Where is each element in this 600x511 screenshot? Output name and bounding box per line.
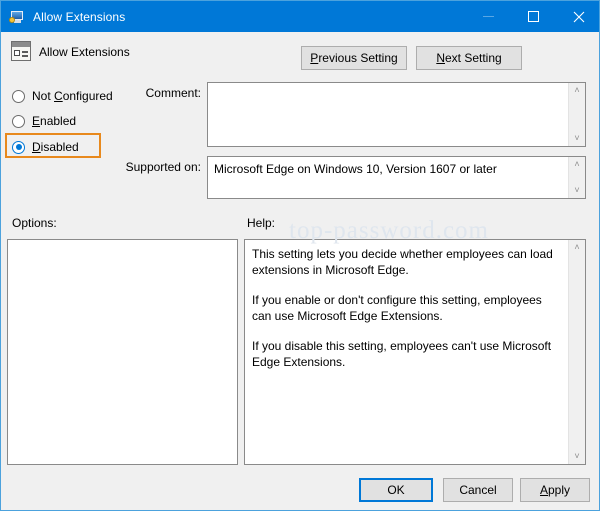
help-paragraph: If you enable or don't configure this se… [252,292,560,324]
footer-separator [1,472,599,473]
comment-textbox[interactable]: ˄ ˅ [207,82,586,147]
apply-label: pply [548,483,570,497]
radio-mark-enabled [12,115,25,128]
scroll-up-icon[interactable]: ˄ [569,83,585,98]
comment-value[interactable] [208,83,568,146]
supported-on-label: Supported on: [71,160,201,174]
maximize-icon[interactable] [511,1,556,32]
radio-mark-disabled [12,141,25,154]
comment-scrollbar[interactable]: ˄ ˅ [568,83,585,146]
help-label: Help: [247,216,275,230]
radio-label-enabled: Enabled [32,114,76,128]
close-icon[interactable] [556,1,600,32]
minimize-icon[interactable] [466,1,511,32]
next-setting-button[interactable]: Next Setting [416,46,522,70]
options-label: Options: [12,216,57,230]
scroll-up-icon[interactable]: ˄ [569,240,585,255]
radio-disabled[interactable]: Disabled [12,138,79,156]
scroll-down-icon[interactable]: ˅ [569,449,585,464]
comment-label: Comment: [81,86,201,100]
help-paragraph: This setting lets you decide whether emp… [252,246,560,278]
apply-accel: A [540,483,548,497]
help-paragraph: If you disable this setting, employees c… [252,338,560,370]
policy-document-icon [11,41,31,61]
window-controls [466,1,600,32]
help-text: This setting lets you decide whether emp… [245,240,568,464]
setting-name: Allow Extensions [39,45,130,59]
radio-enabled[interactable]: Enabled [12,112,76,130]
policy-setting-icon [9,9,25,25]
previous-setting-button[interactable]: Previous Setting [301,46,407,70]
previous-setting-label: revious Setting [318,51,397,65]
scroll-down-icon[interactable]: ˅ [569,183,585,198]
supported-on-textbox[interactable]: Microsoft Edge on Windows 10, Version 16… [207,156,586,199]
group-policy-setting-dialog: Allow Extensions Allow Extensions Previo… [0,0,600,511]
next-setting-label: ext Setting [445,51,502,65]
supported-on-scrollbar[interactable]: ˄ ˅ [568,157,585,198]
apply-button[interactable]: Apply [520,478,590,502]
window-title: Allow Extensions [33,10,125,24]
help-panel: This setting lets you decide whether emp… [244,239,586,465]
radio-mark-not-configured [12,90,25,103]
next-setting-accel: N [436,51,445,65]
help-scrollbar[interactable]: ˄ ˅ [568,240,585,464]
cancel-button[interactable]: Cancel [443,478,513,502]
options-panel[interactable] [7,239,238,465]
supported-on-value: Microsoft Edge on Windows 10, Version 16… [208,157,568,198]
title-bar: Allow Extensions [1,1,600,32]
scroll-up-icon[interactable]: ˄ [569,157,585,172]
scroll-down-icon[interactable]: ˅ [569,131,585,146]
ok-button[interactable]: OK [359,478,433,502]
radio-label-disabled: Disabled [32,140,79,154]
